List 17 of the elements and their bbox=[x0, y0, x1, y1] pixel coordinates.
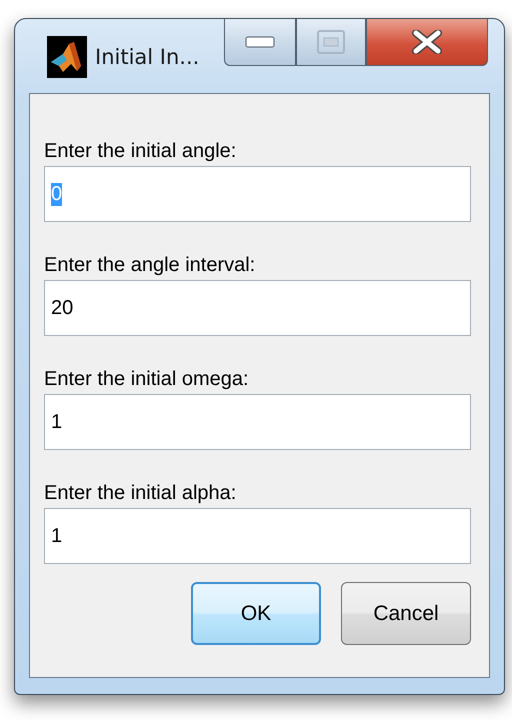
window-title: Initial In... bbox=[95, 45, 200, 69]
cancel-button[interactable]: Cancel bbox=[341, 582, 471, 645]
close-button[interactable] bbox=[366, 19, 488, 66]
field-label: Enter the initial angle: bbox=[44, 140, 238, 163]
app-logo-icon bbox=[47, 36, 87, 78]
minimize-button[interactable] bbox=[224, 19, 296, 66]
ok-button[interactable]: OK bbox=[191, 582, 321, 645]
input-field[interactable]: 1 bbox=[44, 394, 471, 450]
minimize-icon bbox=[245, 36, 275, 48]
input-field[interactable]: 20 bbox=[44, 280, 471, 336]
field-label: Enter the initial omega: bbox=[44, 368, 250, 391]
maximize-icon bbox=[317, 30, 345, 54]
input-field[interactable]: 1 bbox=[44, 508, 471, 564]
field-label: Enter the initial alpha: bbox=[44, 482, 238, 505]
maximize-button[interactable] bbox=[296, 19, 366, 66]
field-label: Enter the angle interval: bbox=[44, 254, 256, 277]
close-icon bbox=[412, 30, 442, 54]
